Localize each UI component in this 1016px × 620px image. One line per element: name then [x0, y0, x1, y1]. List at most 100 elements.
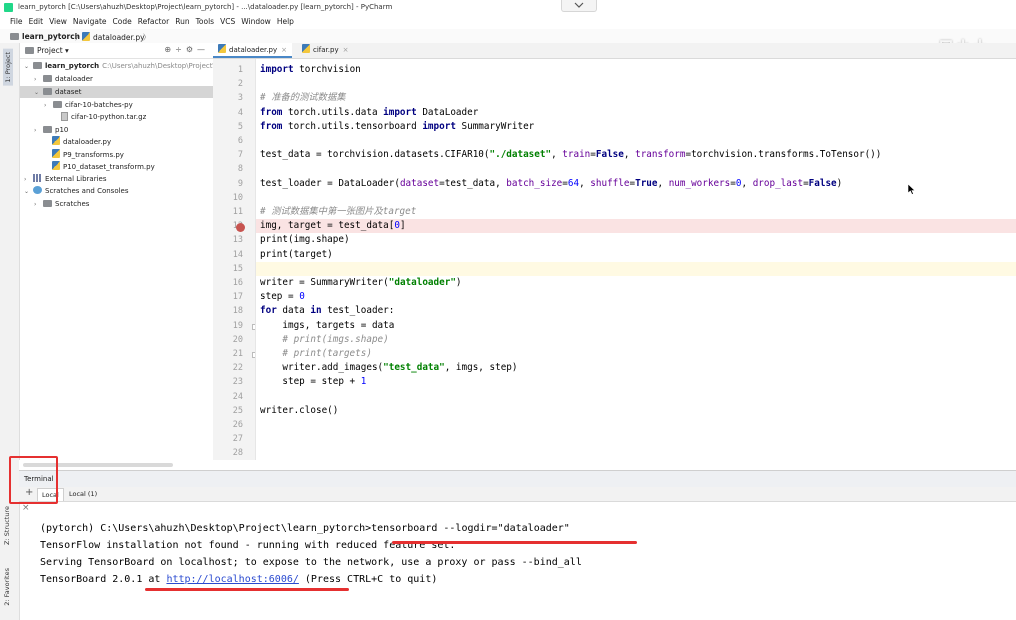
python-file-icon: [52, 136, 60, 145]
structure-tool-tab[interactable]: Z: Structure: [3, 506, 11, 545]
project-view-icon: [25, 47, 34, 54]
terminal-output-line: TensorBoard 2.0.1 at http://localhost:60…: [40, 574, 438, 585]
menu-item-help[interactable]: Help: [274, 15, 297, 26]
tree-item-label: dataloader: [55, 75, 93, 83]
minimize-icon[interactable]: —: [197, 45, 209, 54]
project-panel: Project ▾ ⊕÷⚙— ⌄ learn_pytorch C:\Users\ah…: [20, 43, 227, 468]
editor-tab-dataloader[interactable]: dataloader.py ×: [213, 43, 292, 58]
menu-item-view[interactable]: View: [46, 15, 70, 26]
code-line: writer.add_images("test_data", imgs, ste…: [260, 362, 518, 374]
tree-item-label: Scratches: [55, 200, 90, 208]
favorites-tool-tab[interactable]: 2: Favorites: [3, 568, 11, 606]
window-dropdown-button[interactable]: [561, 0, 597, 12]
chevron-right-icon[interactable]: ›: [34, 74, 43, 86]
code-line: import torchvision: [260, 64, 361, 75]
tree-item[interactable]: › cifar-10-batches-py: [20, 99, 133, 111]
line-number: 3: [237, 93, 243, 104]
close-tab-icon[interactable]: ×: [343, 46, 349, 54]
menu-bar: File Edit View Navigate Code Refactor Run Tools…: [0, 15, 1016, 29]
line-number: 2: [237, 79, 243, 90]
tree-item[interactable]: › dataloader: [20, 73, 93, 85]
code-line: from torch.utils.data import DataLoader: [260, 106, 479, 118]
navigation-bar: learn_pytorch 〉 dataloader.py 〉: [0, 29, 1016, 44]
scratch-icon: [33, 186, 42, 194]
line-number: 20: [232, 334, 243, 345]
menu-item-run[interactable]: Run: [172, 15, 192, 26]
close-tab-icon[interactable]: ×: [281, 46, 287, 54]
breakpoint-icon[interactable]: [236, 223, 245, 233]
editor-gutter[interactable]: 1234567891011121314151617181920212223242…: [213, 59, 256, 460]
horizontal-scrollbar[interactable]: [19, 460, 1016, 470]
terminal-tab-local[interactable]: Local: [37, 488, 64, 501]
editor-tab-cifar[interactable]: cifar.py ×: [297, 43, 353, 58]
python-file-icon: [52, 161, 60, 170]
line-number: 21: [232, 349, 243, 359]
menu-item-navigate[interactable]: Navigate: [70, 15, 110, 26]
tree-item[interactable]: › Scratches: [20, 198, 89, 210]
menu-item-file[interactable]: File: [0, 15, 26, 26]
code-editor[interactable]: import torchvision # 准备的测试数据集 from torch.u…: [256, 59, 1016, 460]
menu-item-code[interactable]: Code: [110, 15, 135, 26]
tree-item[interactable]: cifar-10-python.tar.gz: [20, 111, 146, 123]
tree-item[interactable]: ⌄ learn_pytorch C:\Users\ahuzh\Desktop\Pro…: [20, 60, 217, 72]
line-number: 26: [232, 420, 243, 430]
breadcrumb-separator: 〉: [143, 33, 151, 42]
code-line: # 准备的测试数据集: [260, 92, 346, 104]
menu-item-refactor[interactable]: Refactor: [135, 15, 172, 26]
folder-icon: [53, 101, 62, 108]
tree-item[interactable]: › p10: [20, 124, 68, 136]
code-line: print(target): [260, 248, 333, 260]
breadcrumb-project[interactable]: learn_pytorch: [10, 32, 80, 41]
tree-item[interactable]: › External Libraries: [20, 173, 107, 185]
line-number: 11: [232, 207, 243, 217]
line-number: 28: [232, 448, 243, 459]
code-line: test_data = torchvision.datasets.CIFAR10…: [260, 149, 882, 161]
menu-item-vcs[interactable]: VCS: [217, 15, 238, 26]
line-number: 18: [232, 306, 243, 317]
tensorboard-url-link[interactable]: http://localhost:6006/: [166, 574, 298, 585]
project-view-selector[interactable]: Project ▾: [37, 46, 69, 55]
title-bar: learn_pytorch [C:\Users\ahuzh\Desktop\Pr…: [0, 0, 1016, 16]
folder-icon: [43, 200, 52, 207]
close-terminal-button[interactable]: ×: [22, 503, 30, 513]
tree-item[interactable]: P9_transforms.py: [20, 149, 124, 161]
line-number: 9: [237, 178, 243, 189]
terminal-title[interactable]: Terminal: [24, 475, 54, 483]
code-line: imgs, targets = data: [260, 319, 395, 331]
tree-item[interactable]: ⌄ Scratches and Consoles: [20, 185, 129, 197]
terminal-tab-bar: + Local Local (1): [19, 487, 1016, 502]
code-line: from torch.utils.tensorboard import Summ…: [260, 120, 535, 132]
collapse-icon[interactable]: ÷: [175, 45, 186, 54]
menu-item-edit[interactable]: Edit: [26, 15, 47, 26]
line-number: 6: [237, 136, 243, 146]
line-number: 1: [237, 65, 243, 75]
breadcrumb-file[interactable]: dataloader.py: [82, 32, 145, 42]
code-line: print(img.shape): [260, 234, 350, 246]
chevron-right-icon[interactable]: ›: [34, 199, 43, 211]
line-number: 17: [232, 292, 243, 303]
project-tool-tab[interactable]: 1: Project: [3, 49, 13, 86]
menu-item-window[interactable]: Window: [238, 15, 274, 26]
terminal-tab-local-1[interactable]: Local (1): [65, 488, 101, 500]
tree-item[interactable]: dataloader.py: [20, 136, 111, 148]
folder-icon: [10, 33, 19, 40]
tree-item[interactable]: ⌄ dataset: [20, 86, 227, 98]
line-number: 27: [232, 434, 243, 445]
folder-icon: [43, 88, 52, 95]
terminal-output-line: Serving TensorBoard on localhost; to exp…: [40, 557, 582, 568]
terminal-output[interactable]: (pytorch) C:\Users\ahuzh\Desktop\Project…: [32, 502, 1016, 620]
tree-item[interactable]: P10_dataset_transform.py: [20, 161, 155, 173]
chevron-down-icon[interactable]: ⌄: [24, 186, 33, 198]
scrollbar-thumb[interactable]: [23, 463, 173, 467]
new-terminal-button[interactable]: +: [25, 487, 33, 498]
chevron-down-icon[interactable]: ⌄: [24, 61, 33, 73]
gear-icon[interactable]: ⚙: [186, 45, 197, 54]
chevron-down-icon[interactable]: ⌄: [34, 87, 43, 99]
locate-icon[interactable]: ⊕: [164, 45, 175, 54]
line-number: 15: [232, 263, 243, 274]
menu-item-tools[interactable]: Tools: [193, 15, 217, 26]
pycharm-window: learn_pytorch [C:\Users\ahuzh\Desktop\Pr…: [0, 0, 1016, 620]
